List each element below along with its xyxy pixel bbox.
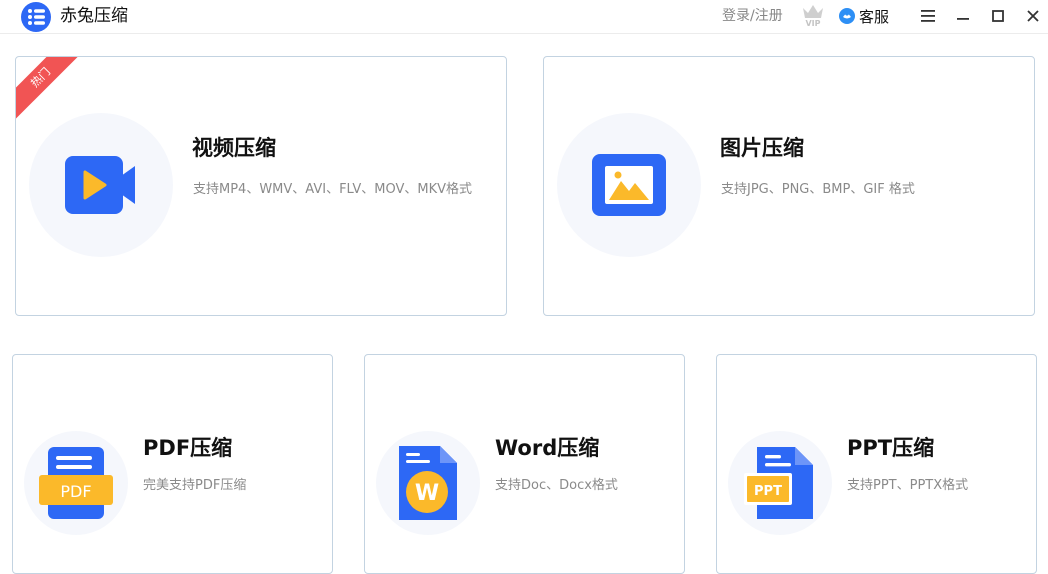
word-card-title: Word压缩	[495, 436, 600, 460]
word-icon-text: W	[415, 481, 439, 506]
ppt-card-desc: 支持PPT、PPTX格式	[847, 478, 969, 493]
word-card-desc: 支持Doc、Docx格式	[495, 478, 618, 493]
image-icon-circle	[557, 113, 701, 257]
pdf-card-desc: 完美支持PDF压缩	[143, 478, 247, 493]
ppt-compress-card[interactable]: PPT PPT压缩 支持PPT、PPTX格式	[716, 354, 1037, 574]
word-compress-card[interactable]: W Word压缩 支持Doc、Docx格式	[364, 354, 685, 574]
video-card-title: 视频压缩	[192, 136, 276, 160]
image-card-desc: 支持JPG、PNG、BMP、GIF 格式	[721, 182, 915, 197]
image-card-title: 图片压缩	[720, 136, 804, 160]
ppt-card-title: PPT压缩	[847, 436, 935, 460]
minimize-button[interactable]	[952, 5, 974, 27]
pdf-card-title: PDF压缩	[143, 436, 233, 460]
login-register-link[interactable]: 登录/注册	[722, 7, 783, 25]
vip-label: VIP	[805, 19, 820, 28]
app-title: 赤兔压缩	[60, 6, 128, 26]
title-bar: 赤兔压缩 登录/注册 VIP 客服	[0, 0, 1048, 34]
menu-icon	[921, 10, 935, 22]
video-compress-card[interactable]: 热门 视频压缩 支持MP4、WMV、AVI、FLV、MOV、MKV格式	[15, 56, 507, 316]
image-icon	[592, 154, 666, 216]
pdf-icon-circle: PDF	[24, 431, 128, 535]
minimize-icon	[957, 18, 969, 20]
hot-badge: 热门	[16, 57, 88, 125]
customer-service-button[interactable]: 客服	[838, 5, 889, 27]
menu-button[interactable]	[917, 5, 939, 27]
ppt-file-icon: PPT	[744, 447, 813, 519]
pdf-icon-text: PDF	[60, 482, 91, 501]
word-file-icon: W	[399, 446, 457, 520]
video-icon-circle	[29, 113, 173, 257]
service-icon	[839, 8, 855, 24]
word-icon-circle: W	[376, 431, 480, 535]
ppt-icon-circle: PPT	[728, 431, 832, 535]
pdf-compress-card[interactable]: PDF PDF压缩 完美支持PDF压缩	[12, 354, 333, 574]
maximize-icon	[992, 10, 1004, 22]
image-compress-card[interactable]: 图片压缩 支持JPG、PNG、BMP、GIF 格式	[543, 56, 1035, 316]
pdf-file-icon: PDF	[39, 447, 113, 519]
app-logo-icon	[21, 2, 51, 32]
close-icon	[1027, 10, 1039, 22]
service-label: 客服	[859, 7, 890, 26]
ppt-icon-text: PPT	[754, 484, 782, 499]
vip-crown-icon[interactable]: VIP	[800, 2, 826, 28]
maximize-button[interactable]	[987, 5, 1009, 27]
video-card-desc: 支持MP4、WMV、AVI、FLV、MOV、MKV格式	[193, 182, 473, 197]
close-button[interactable]	[1022, 5, 1044, 27]
video-camera-icon	[65, 156, 135, 214]
